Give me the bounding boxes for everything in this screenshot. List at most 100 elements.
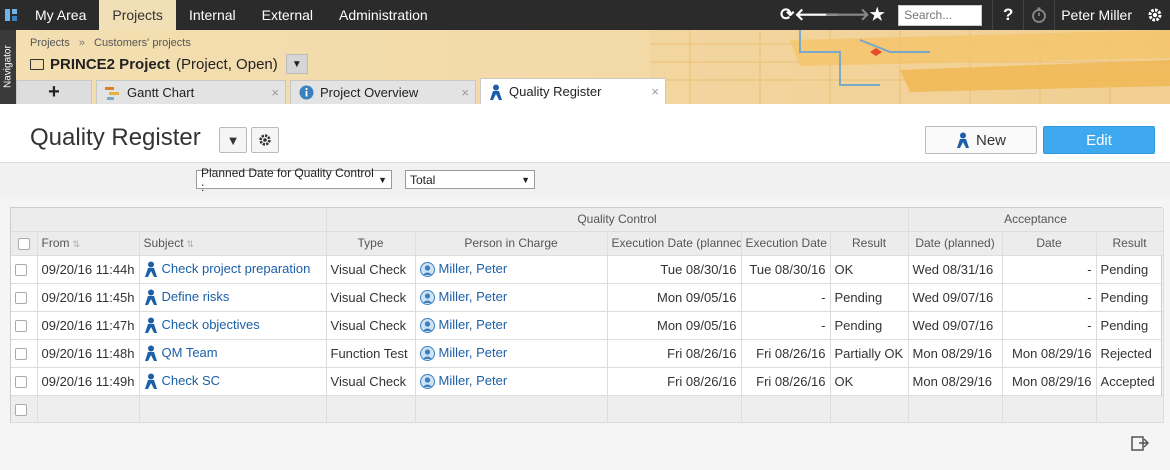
cell-subject[interactable]: Check project preparation (139, 255, 327, 284)
tab-label: Gantt Chart (127, 85, 195, 100)
cell-person[interactable]: Miller, Peter (415, 339, 608, 368)
table-group-header: Quality Control Acceptance (11, 208, 1164, 232)
row-checkbox[interactable] (11, 311, 38, 340)
new-button[interactable]: New (925, 126, 1037, 154)
cell-acc-result: Accepted (1096, 367, 1164, 396)
person-link[interactable]: Miller, Peter (439, 261, 508, 276)
col-type[interactable]: Type (326, 231, 416, 256)
breadcrumb-item[interactable]: Customers' projects (94, 37, 191, 49)
subject-link[interactable]: Define risks (162, 289, 230, 304)
menu-projects[interactable]: Projects (99, 0, 176, 30)
info-icon (299, 85, 314, 100)
table-row[interactable]: 09/20/16 11:44h Check project preparation… (11, 255, 1164, 284)
cell-person[interactable]: Miller, Peter (415, 283, 608, 312)
close-icon[interactable]: × (271, 85, 279, 100)
cell-result: Pending (830, 311, 909, 340)
cell-exec-date: - (741, 283, 831, 312)
tab-project-overview[interactable]: Project Overview × (290, 80, 476, 104)
star-icon[interactable]: ★ (862, 0, 892, 30)
table-row[interactable]: 09/20/16 11:47h Check objectives Visual Ch… (11, 311, 1164, 340)
gear-icon (259, 134, 271, 146)
date-field-select[interactable]: Planned Date for Quality Control : ▼ (196, 166, 392, 194)
table-footer-row (11, 395, 1164, 423)
settings-button[interactable] (251, 127, 279, 153)
cell-result: Partially OK (830, 339, 909, 368)
subject-link[interactable]: Check objectives (162, 317, 260, 332)
edit-button[interactable]: Edit (1043, 126, 1155, 154)
col-exec-planned[interactable]: Execution Date (planned) (607, 231, 742, 256)
menu-external[interactable]: External (249, 0, 326, 30)
stopwatch-icon[interactable] (1024, 0, 1054, 30)
cell-exec-date: Fri 08/26/16 (741, 339, 831, 368)
person-link[interactable]: Miller, Peter (439, 289, 508, 304)
subject-link[interactable]: Check project preparation (162, 261, 311, 276)
row-checkbox[interactable] (11, 255, 38, 284)
user-name[interactable]: Peter Miller (1055, 7, 1140, 23)
col-acc-date[interactable]: Date (1002, 231, 1097, 256)
range-select[interactable]: Total ▼ (405, 170, 535, 189)
new-button-label: New (975, 131, 1006, 149)
cell-exec-planned: Fri 08/26/16 (607, 367, 742, 396)
banner-decoration (650, 30, 1170, 104)
tab-gantt-chart[interactable]: Gantt Chart × (96, 80, 286, 104)
export-icon[interactable] (1130, 434, 1150, 455)
table-row[interactable]: 09/20/16 11:48h QM Team Function Test Mille… (11, 339, 1164, 368)
gear-icon[interactable] (1140, 0, 1170, 30)
person-link[interactable]: Miller, Peter (439, 317, 508, 332)
col-acc-planned[interactable]: Date (planned) (908, 231, 1003, 256)
select-all-checkbox[interactable] (11, 231, 38, 256)
col-exec-date[interactable]: Execution Date (741, 231, 831, 256)
cell-subject[interactable]: Check SC (139, 367, 327, 396)
tab-quality-register[interactable]: Quality Register × (480, 78, 666, 104)
cell-subject[interactable]: Check objectives (139, 311, 327, 340)
cell-result: OK (830, 255, 909, 284)
col-person[interactable]: Person in Charge (415, 231, 608, 256)
search-input[interactable] (898, 4, 983, 26)
person-icon (144, 261, 158, 278)
menu-my-area[interactable]: My Area (22, 0, 99, 30)
col-acc-result[interactable]: Result (1096, 231, 1164, 256)
cell-acc-planned: Wed 08/31/16 (908, 255, 1003, 284)
menu-administration[interactable]: Administration (326, 0, 441, 30)
close-icon[interactable]: × (461, 85, 469, 100)
table-row[interactable]: 09/20/16 11:45h Define risks Visual Check M… (11, 283, 1164, 312)
cell-acc-result: Rejected (1096, 339, 1164, 368)
tab-bar: + Gantt Chart × Project Overview × Quali… (16, 78, 670, 104)
person-icon (956, 132, 970, 148)
close-icon[interactable]: × (651, 84, 659, 99)
row-checkbox[interactable] (11, 395, 38, 423)
project-dropdown-button[interactable]: ▼ (285, 54, 308, 74)
row-checkbox[interactable] (11, 367, 38, 396)
col-result[interactable]: Result (830, 231, 909, 256)
person-link[interactable]: Miller, Peter (439, 345, 508, 360)
table-row[interactable]: 09/20/16 11:49h Check SC Visual Check Mille… (11, 367, 1164, 396)
quality-register-table: Quality Control Acceptance From ⇅ Subject… (10, 207, 1164, 423)
cell-from: 09/20/16 11:45h (37, 283, 140, 312)
forward-arrow-icon[interactable]: 🡒 (824, 0, 870, 30)
col-subject[interactable]: Subject ⇅ (139, 231, 327, 256)
person-icon (144, 289, 158, 306)
cell-exec-planned: Mon 09/05/16 (607, 283, 742, 312)
cell-result: Pending (830, 283, 909, 312)
row-checkbox[interactable] (11, 283, 38, 312)
cell-person[interactable]: Miller, Peter (415, 311, 608, 340)
cell-person[interactable]: Miller, Peter (415, 255, 608, 284)
app-logo-icon[interactable] (0, 0, 22, 30)
cell-subject[interactable]: QM Team (139, 339, 327, 368)
tab-label: Project Overview (320, 85, 419, 100)
subject-link[interactable]: Check SC (162, 373, 221, 388)
person-icon (489, 84, 503, 100)
cell-person[interactable]: Miller, Peter (415, 367, 608, 396)
person-link[interactable]: Miller, Peter (439, 373, 508, 388)
cell-subject[interactable]: Define risks (139, 283, 327, 312)
subject-link[interactable]: QM Team (162, 345, 218, 360)
add-tab-button[interactable]: + (16, 80, 92, 104)
title-dropdown-button[interactable]: ▼ (219, 127, 247, 153)
breadcrumb-item[interactable]: Projects (30, 37, 70, 49)
col-from[interactable]: From ⇅ (37, 231, 140, 256)
row-checkbox[interactable] (11, 339, 38, 368)
navigator-panel-toggle[interactable]: Navigator (0, 30, 16, 104)
help-button[interactable]: ? (993, 0, 1023, 30)
project-name: PRINCE2 Project (50, 55, 171, 73)
menu-internal[interactable]: Internal (176, 0, 249, 30)
